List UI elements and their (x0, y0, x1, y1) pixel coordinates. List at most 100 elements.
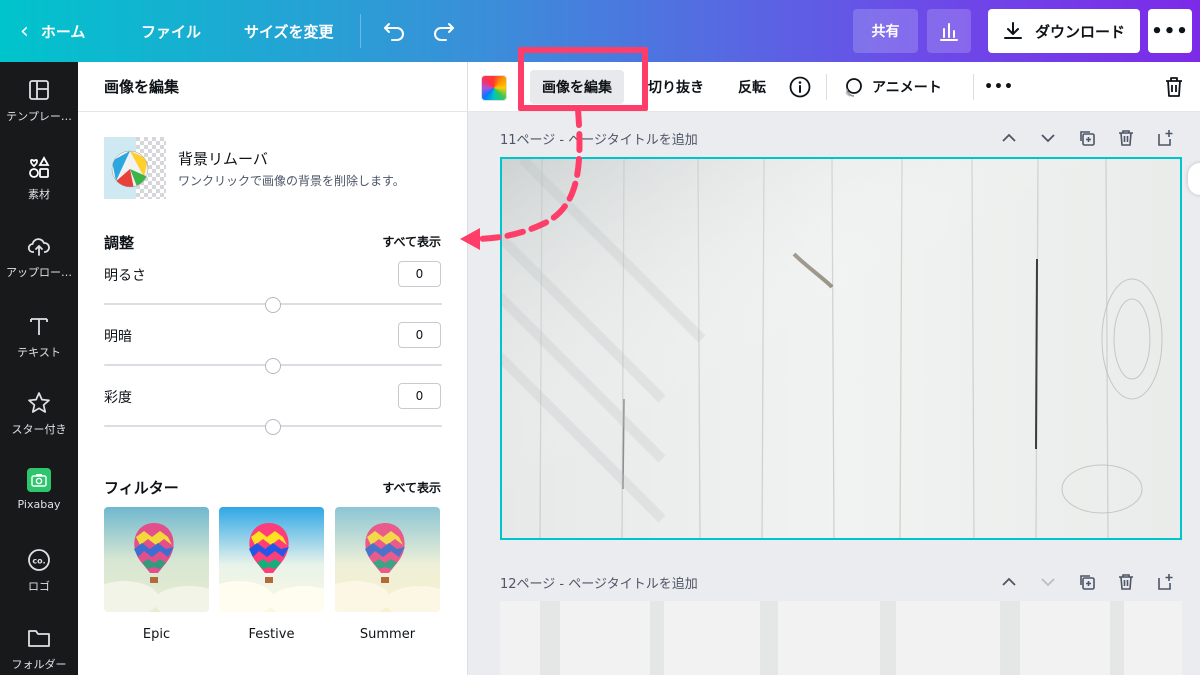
filter-name: Epic (142, 627, 171, 642)
design-page-canvas[interactable] (500, 157, 1182, 540)
add-page-icon[interactable] (1154, 127, 1176, 149)
background-remover-title[interactable]: 背景リムーバ (178, 148, 268, 169)
home-button[interactable]: ‹ ホーム (20, 0, 85, 62)
background-remover-description: ワンクリックで画像の背景を削除します。 (178, 174, 405, 188)
brightness-value-input[interactable]: 0 (398, 261, 441, 287)
bar-chart-icon (940, 23, 958, 41)
sidebar-item-uploads[interactable]: アップロー… (0, 234, 78, 294)
cloud-upload-icon (27, 234, 51, 258)
star-icon (27, 391, 51, 415)
insights-button[interactable] (927, 9, 971, 53)
animate-button[interactable]: アニメート (830, 70, 954, 104)
layout-icon (27, 78, 51, 102)
download-icon (1003, 22, 1022, 39)
filter-preview-image (104, 507, 209, 612)
panel-title: 画像を編集 (78, 62, 468, 112)
top-toolbar: ‹ ホーム ファイル サイズを変更 共有 ダウンロード ••• (0, 0, 1200, 62)
filter-summer[interactable]: Summer (335, 507, 440, 642)
text-icon (27, 314, 51, 338)
trash-icon[interactable] (1162, 75, 1186, 99)
sidebar-item-label: フォルダー (11, 658, 67, 671)
filter-preview-image (335, 507, 440, 612)
toolbar-divider (360, 14, 361, 48)
saturation-value-input[interactable]: 0 (398, 383, 441, 409)
info-icon[interactable] (788, 75, 812, 99)
context-toolbar: 画像を編集 切り抜き 反転 アニメート ••• (468, 62, 1200, 112)
flip-button[interactable]: 反転 (726, 70, 778, 104)
filter-name: Festive (248, 627, 295, 642)
filter-epic[interactable]: Epic (104, 507, 209, 642)
adjust-see-all-link[interactable]: すべて表示 (382, 233, 441, 250)
edit-image-button[interactable]: 画像を編集 (530, 70, 624, 104)
background-remover-thumbnail[interactable] (104, 137, 166, 199)
sidebar-item-elements[interactable]: 素材 (0, 156, 78, 216)
delete-page-icon[interactable] (1115, 571, 1137, 593)
crop-button[interactable]: 切り抜き (636, 70, 716, 104)
slider-thumb[interactable] (265, 358, 281, 374)
duplicate-page-icon[interactable] (1076, 127, 1098, 149)
animate-label: アニメート (872, 80, 942, 96)
sidebar-item-label: スター付き (11, 423, 67, 436)
page-title-label[interactable]: 12ページ - ページタイトルを追加 (500, 573, 698, 592)
undo-icon[interactable] (380, 16, 408, 44)
chevron-up-icon[interactable] (998, 127, 1020, 149)
download-button[interactable]: ダウンロード (988, 9, 1140, 53)
folder-icon (27, 626, 51, 650)
filter-name: Summer (359, 627, 416, 642)
chevron-down-icon (1037, 571, 1059, 593)
contrast-slider[interactable] (104, 358, 442, 374)
chevron-left-icon: ‹ (20, 18, 29, 44)
sidebar-item-text[interactable]: テキスト (0, 314, 78, 374)
logo-icon: co. (27, 548, 51, 572)
sidebar-item-label: テンプレー… (6, 110, 72, 123)
slider-thumb[interactable] (265, 419, 281, 435)
sidebar-item-label: テキスト (17, 346, 61, 359)
sidebar-item-logos[interactable]: co. ロゴ (0, 548, 78, 608)
add-page-icon[interactable] (1154, 571, 1176, 593)
shapes-icon (27, 156, 51, 180)
resize-button[interactable]: サイズを変更 (244, 0, 334, 62)
brightness-slider[interactable] (104, 297, 442, 313)
toolbar-divider (973, 74, 974, 100)
sidebar-item-label: 素材 (28, 188, 50, 201)
camera-icon (27, 468, 51, 492)
delete-page-icon[interactable] (1115, 127, 1137, 149)
more-options-button[interactable]: ••• (1148, 9, 1192, 53)
contrast-label: 明暗 (104, 329, 132, 345)
contrast-value-input[interactable]: 0 (398, 322, 441, 348)
sidebar-item-label: アップロー… (6, 266, 72, 279)
share-button[interactable]: 共有 (853, 9, 918, 53)
color-swatch-button[interactable] (481, 75, 507, 101)
chevron-up-icon[interactable] (998, 571, 1020, 593)
chevron-down-icon[interactable] (1037, 127, 1059, 149)
svg-text:co.: co. (32, 557, 45, 566)
adjust-section-title: 調整 (104, 234, 135, 252)
design-page-canvas[interactable] (500, 601, 1182, 675)
more-options-icon[interactable]: ••• (984, 75, 1013, 99)
filter-festive[interactable]: Festive (219, 507, 324, 642)
sidebar-item-starred[interactable]: スター付き (0, 391, 78, 451)
sidebar-item-folders[interactable]: フォルダー (0, 626, 78, 675)
sidebar-item-templates[interactable]: テンプレー… (0, 78, 78, 138)
brightness-label: 明るさ (104, 268, 146, 284)
sidebar-item-label: Pixabay (17, 498, 61, 511)
side-scroll-handle[interactable] (1188, 163, 1200, 195)
file-menu-button[interactable]: ファイル (141, 0, 201, 62)
filters-section-title: フィルター (104, 479, 179, 497)
page-title-label[interactable]: 11ページ - ページタイトルを追加 (500, 129, 698, 148)
filter-preview-image (219, 507, 324, 612)
saturation-label: 彩度 (104, 390, 132, 406)
slider-thumb[interactable] (265, 297, 281, 313)
page-preview-image (500, 601, 1182, 675)
duplicate-page-icon[interactable] (1076, 571, 1098, 593)
home-label: ホーム (40, 22, 86, 41)
saturation-slider[interactable] (104, 419, 442, 435)
toolbar-divider (826, 74, 827, 100)
animate-icon (845, 78, 862, 97)
wood-texture-image[interactable] (502, 159, 1182, 540)
filters-see-all-link[interactable]: すべて表示 (382, 479, 441, 496)
sidebar-item-pixabay[interactable]: Pixabay (0, 468, 78, 528)
left-sidebar: テンプレー… 素材 アップロー… テキスト スター付き Pixabay co. (0, 62, 78, 675)
sidebar-item-label: ロゴ (28, 580, 50, 593)
redo-icon[interactable] (430, 16, 458, 44)
